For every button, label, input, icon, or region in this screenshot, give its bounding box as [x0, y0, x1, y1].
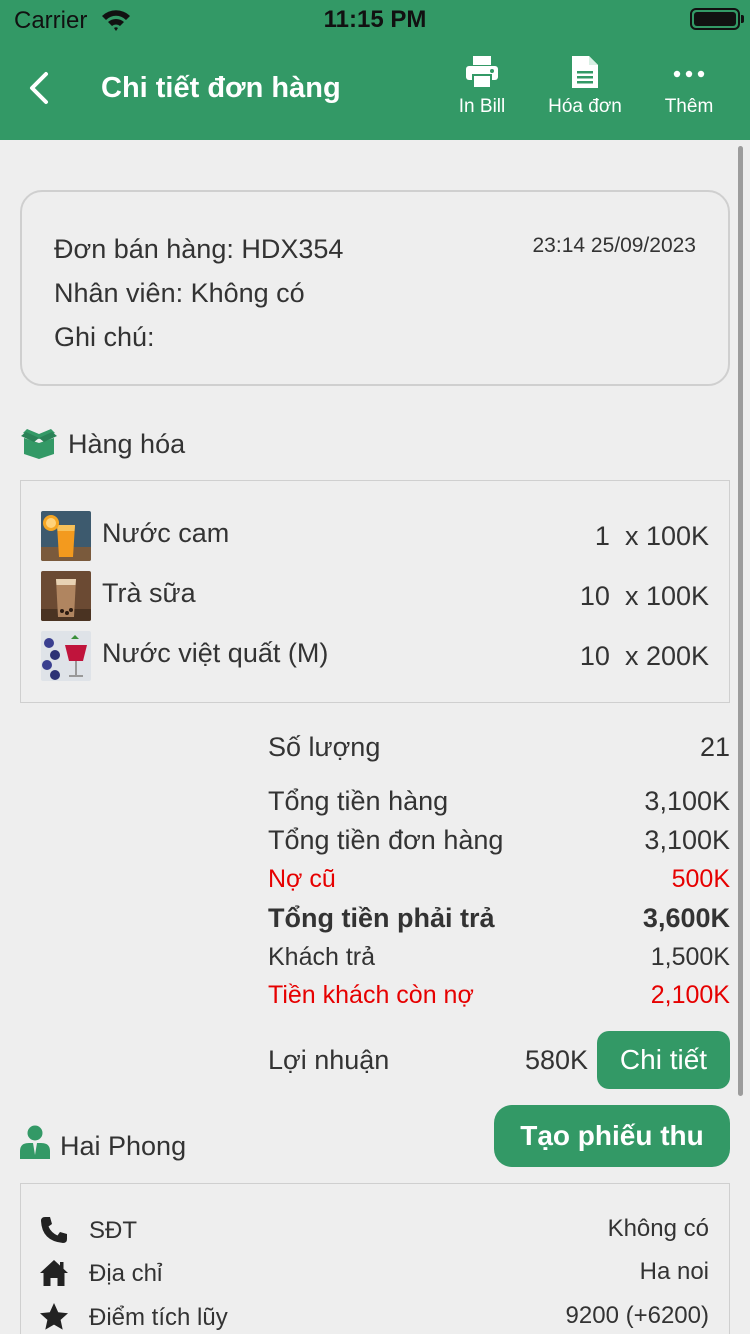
summary-label: Tổng tiền hàng	[268, 786, 449, 816]
customer-field-value: Không có	[607, 1215, 709, 1242]
person-icon	[20, 1125, 50, 1159]
product-name: Trà sữa	[102, 578, 196, 608]
order-note: Ghi chú:	[54, 322, 155, 352]
goods-list: Nước cam 1 x 100K Trà sữa 10 x 100K Nước…	[20, 480, 730, 703]
summary-label: Khách trả	[268, 943, 376, 971]
box-icon	[21, 429, 57, 459]
summary-total-due-row: Tổng tiền phải trả 3,600K	[268, 903, 730, 934]
more-label: Thêm	[664, 96, 714, 117]
invoice-label: Hóa đơn	[548, 96, 622, 117]
product-name: Nước việt quất (M)	[102, 638, 329, 668]
printer-icon	[466, 56, 498, 89]
summary-customer-paid-row: Khách trả 1,500K	[268, 943, 730, 972]
phone-icon	[41, 1217, 67, 1243]
customer-address-row: Địa chỉ Ha noi	[39, 1256, 709, 1292]
summary-value: 500K	[671, 865, 730, 893]
summary-label: Lợi nhuận	[268, 1045, 390, 1075]
summary-old-debt-row: Nợ cũ 500K	[268, 865, 730, 894]
summary-label: Tiền khách còn nợ	[268, 981, 474, 1009]
status-bar: Carrier 11:15 PM	[0, 0, 750, 40]
clock: 11:15 PM	[323, 6, 427, 33]
summary-value: 3,100K	[644, 786, 730, 816]
customer-field-label: Địa chỉ	[89, 1260, 163, 1287]
product-thumbnail	[41, 571, 91, 621]
summary-value: 1,500K	[650, 943, 730, 971]
page-title: Chi tiết đơn hàng	[101, 72, 341, 104]
summary-profit-row: Lợi nhuận 580K	[268, 1045, 588, 1076]
home-icon	[40, 1260, 68, 1286]
product-thumbnail	[41, 631, 91, 681]
summary-label: Nợ cũ	[268, 865, 336, 893]
create-receipt-button[interactable]: Tạo phiếu thu	[494, 1105, 730, 1167]
invoice-button[interactable]: Hóa đơn	[544, 54, 626, 118]
goods-section-title: Hàng hóa	[68, 429, 186, 459]
customer-field-value: Ha noi	[639, 1258, 709, 1285]
list-item[interactable]: Nước cam 1 x 100K	[41, 511, 709, 563]
summary-label: Tổng tiền đơn hàng	[268, 825, 504, 855]
order-info-card: Đơn bán hàng: HDX354 23:14 25/09/2023 Nh…	[20, 190, 730, 386]
goods-section-header: Hàng hóa	[20, 427, 320, 463]
product-name: Nước cam	[102, 518, 230, 548]
customer-points-row: Điểm tích lũy 9200 (+6200)	[39, 1300, 709, 1334]
summary-value: 3,600K	[642, 903, 730, 933]
document-icon	[572, 56, 598, 88]
summary-label: Tổng tiền phải trả	[268, 903, 495, 933]
customer-info-box: SĐT Không có Địa chỉ Ha noi Điểm tích lũ…	[20, 1183, 730, 1334]
customer-field-value: 9200 (+6200)	[565, 1302, 709, 1329]
customer-field-label: SĐT	[89, 1217, 137, 1244]
star-icon	[40, 1303, 68, 1330]
product-quantity-price: 10 x 100K	[579, 581, 709, 611]
summary-quantity-row: Số lượng 21	[268, 732, 730, 763]
customer-section-header: Hai Phong	[20, 1125, 320, 1165]
summary-value: 2,100K	[650, 981, 730, 1009]
product-quantity-price: 10 x 200K	[579, 641, 709, 671]
product-quantity-price: 1 x 100K	[594, 521, 709, 551]
order-code: Đơn bán hàng: HDX354	[54, 234, 344, 264]
battery-icon	[690, 8, 740, 30]
more-button[interactable]: Thêm	[661, 54, 717, 118]
list-item[interactable]: Trà sữa 10 x 100K	[41, 571, 709, 623]
more-icon	[673, 70, 705, 78]
summary-remaining-debt-row: Tiền khách còn nợ 2,100K	[268, 981, 730, 1010]
customer-name: Hai Phong	[60, 1131, 187, 1161]
customer-phone-row: SĐT Không có	[39, 1213, 709, 1249]
summary-order-total-row: Tổng tiền đơn hàng 3,100K	[268, 825, 730, 856]
summary-label: Số lượng	[268, 732, 381, 762]
navigation-bar: Chi tiết đơn hàng In Bill Hóa đơn Thêm	[0, 40, 750, 140]
product-thumbnail	[41, 511, 91, 561]
order-datetime: 23:14 25/09/2023	[532, 234, 697, 257]
summary-value: 21	[699, 732, 730, 762]
scrollbar[interactable]	[738, 146, 743, 1096]
print-bill-label: In Bill	[458, 96, 506, 117]
order-employee: Nhân viên: Không có	[54, 278, 305, 308]
back-chevron-icon[interactable]	[22, 68, 58, 108]
summary-value: 3,100K	[644, 825, 730, 855]
customer-field-label: Điểm tích lũy	[89, 1304, 228, 1331]
summary-value: 580K	[524, 1045, 588, 1075]
summary-goods-total-row: Tổng tiền hàng 3,100K	[268, 786, 730, 817]
battery-tip	[741, 15, 744, 23]
print-bill-button[interactable]: In Bill	[455, 54, 509, 118]
profit-detail-button[interactable]: Chi tiết	[597, 1031, 730, 1089]
list-item[interactable]: Nước việt quất (M) 10 x 200K	[41, 631, 709, 683]
